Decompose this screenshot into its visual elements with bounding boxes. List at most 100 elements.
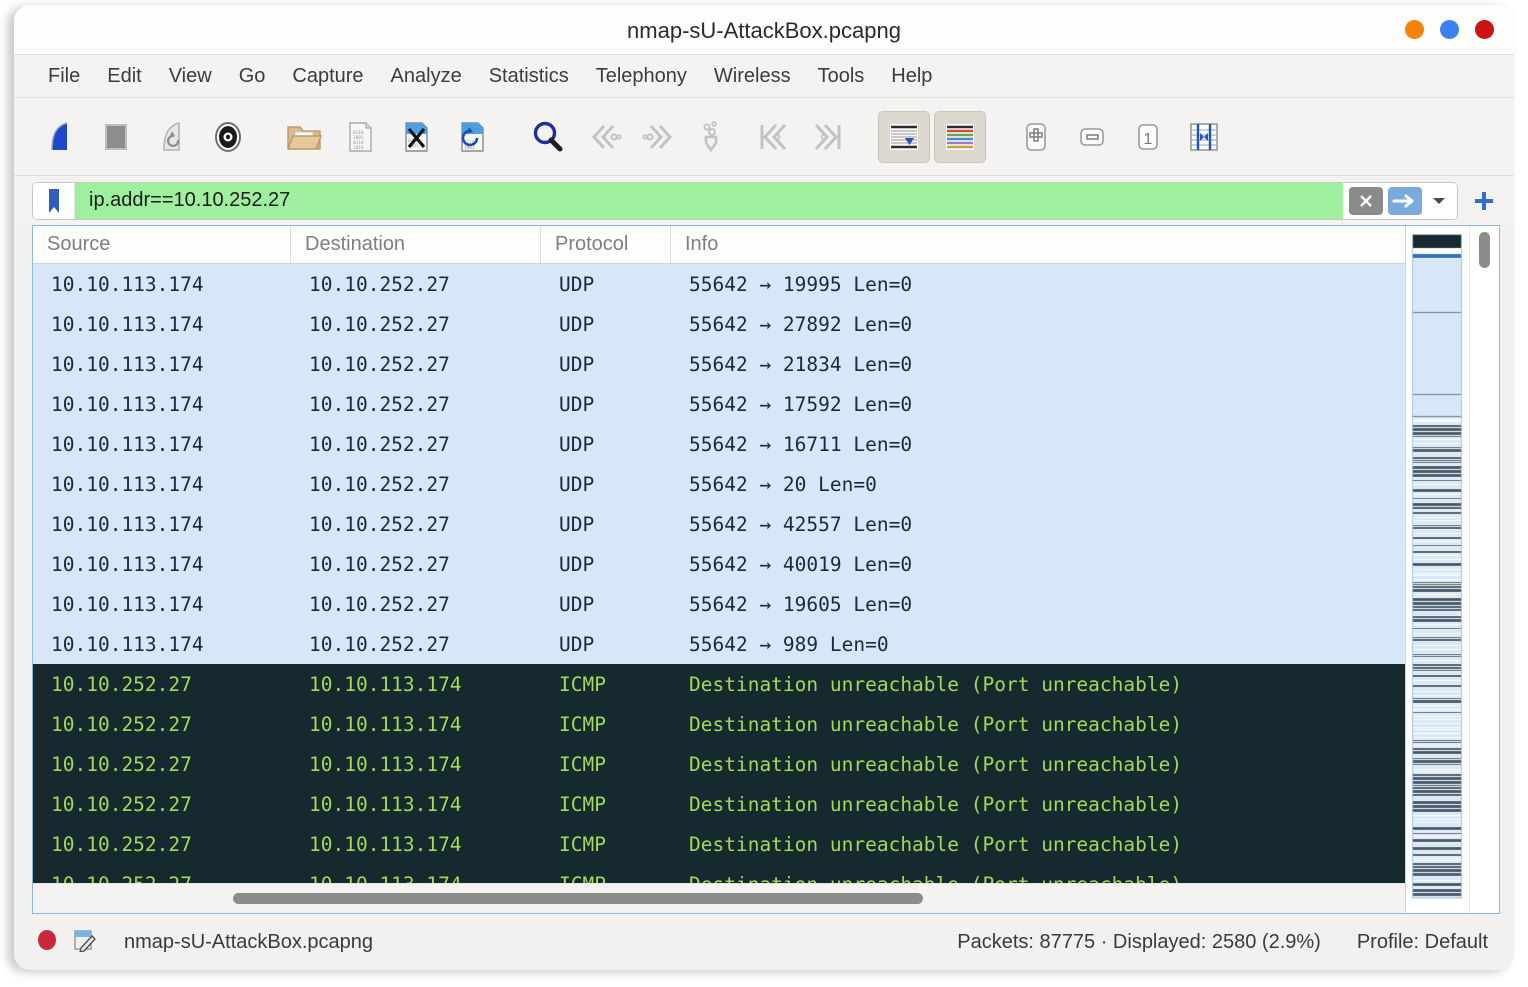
menu-item-capture[interactable]: Capture	[280, 62, 375, 91]
find-packet-icon[interactable]	[522, 111, 574, 163]
zoom-out-icon[interactable]	[1066, 111, 1118, 163]
packet-row[interactable]: 10.10.113.174 10.10.252.27 UDP 55642 → 2183…	[33, 344, 1405, 384]
packet-cell-source: 10.10.252.27	[51, 712, 192, 736]
packet-list-panel: Source Destination Protocol Info 10.10.1…	[32, 225, 1500, 914]
menu-item-wireless[interactable]: Wireless	[702, 62, 803, 91]
zoom-in-icon[interactable]	[1010, 111, 1062, 163]
close-file-icon[interactable]: 0110 1001	[390, 111, 442, 163]
status-profile[interactable]: Profile: Default	[1357, 931, 1488, 954]
packet-cell-destination: 10.10.113.174	[309, 672, 462, 696]
horizontal-scrollbar-thumb[interactable]	[233, 893, 923, 904]
packet-cell-destination: 10.10.113.174	[309, 752, 462, 776]
save-file-icon[interactable]: 0110 1001 0110 1010	[334, 111, 386, 163]
packet-cell-destination: 10.10.252.27	[309, 632, 450, 656]
add-filter-button-icon[interactable]	[1464, 182, 1504, 220]
packet-cell-destination: 10.10.252.27	[309, 352, 450, 376]
go-to-last-icon[interactable]	[802, 111, 854, 163]
packet-row[interactable]: 10.10.113.174 10.10.252.27 UDP 55642 → 2789…	[33, 304, 1405, 344]
expert-info-error-icon[interactable]	[36, 929, 58, 956]
menu-item-view[interactable]: View	[157, 62, 224, 91]
packet-cell-destination: 10.10.252.27	[309, 472, 450, 496]
packet-cell-destination: 10.10.113.174	[291, 864, 541, 884]
packet-row[interactable]: 10.10.113.174 10.10.252.27 UDP 55642 → 1671…	[33, 424, 1405, 464]
packet-cell-protocol: ICMP	[559, 792, 606, 816]
packet-cell-source: 10.10.113.174	[51, 432, 204, 456]
vertical-scrollbar[interactable]	[1469, 226, 1499, 913]
capture-comment-icon[interactable]	[72, 928, 96, 957]
column-header-info[interactable]: Info	[671, 226, 1405, 263]
restart-capture-icon[interactable]	[146, 111, 198, 163]
chevron-down-icon[interactable]	[1427, 187, 1451, 215]
packet-cell-destination: 10.10.252.27	[309, 432, 450, 456]
go-back-icon[interactable]	[578, 111, 630, 163]
vertical-scrollbar-thumb[interactable]	[1479, 232, 1490, 268]
bookmark-icon[interactable]	[33, 182, 75, 219]
packet-cell-protocol: ICMP	[559, 712, 606, 736]
packet-list[interactable]: Source Destination Protocol Info 10.10.1…	[33, 226, 1405, 913]
packet-row[interactable]: 10.10.252.2710.10.113.174ICMPDestination…	[33, 704, 1405, 744]
colorize-icon[interactable]	[934, 110, 986, 163]
packet-cell-protocol: UDP	[559, 552, 595, 576]
menu-item-go[interactable]: Go	[227, 62, 278, 91]
go-to-first-icon[interactable]	[746, 111, 798, 163]
packet-row[interactable]: 10.10.252.2710.10.113.174ICMPDestination…	[33, 824, 1405, 864]
start-capture-icon[interactable]	[34, 111, 86, 163]
menu-item-edit[interactable]: Edit	[95, 62, 153, 91]
minimize-button[interactable]	[1405, 20, 1424, 39]
maximize-button[interactable]	[1440, 20, 1459, 39]
menu-item-tools[interactable]: Tools	[806, 62, 877, 91]
packet-row[interactable]: 10.10.113.174 10.10.252.27 UDP 55642 → 989 …	[33, 624, 1405, 664]
packet-cell-info: Destination unreachable (Port unreachabl…	[689, 712, 1183, 736]
menu-item-statistics[interactable]: Statistics	[477, 62, 581, 91]
go-forward-icon[interactable]	[634, 111, 686, 163]
packet-row[interactable]: 10.10.252.2710.10.113.174ICMPDestination…	[33, 664, 1405, 704]
packet-row[interactable]: 10.10.113.174 10.10.252.27 UDP 55642 → 4001…	[33, 544, 1405, 584]
menu-item-analyze[interactable]: Analyze	[379, 62, 474, 91]
horizontal-scrollbar[interactable]	[33, 883, 1405, 913]
reload-file-icon[interactable]: 0110 1001	[446, 111, 498, 163]
packet-cell-protocol: ICMP	[541, 864, 671, 884]
open-file-icon[interactable]	[278, 111, 330, 163]
packet-row[interactable]: 10.10.252.2710.10.113.174ICMPDestination…	[33, 744, 1405, 784]
packet-cell-destination: 10.10.252.27	[309, 272, 450, 296]
packet-row[interactable]: 10.10.113.174 10.10.252.27 UDP 55642 → 20 L…	[33, 464, 1405, 504]
packet-cell-destination: 10.10.252.27	[309, 552, 450, 576]
packet-cell-source: 10.10.113.174	[51, 592, 204, 616]
display-filter-field[interactable]: ip.addr==10.10.252.27	[32, 181, 1458, 220]
packet-row[interactable]: 10.10.113.174 10.10.252.27 UDP 55642 → 1759…	[33, 384, 1405, 424]
packet-cell-protocol: ICMP	[559, 752, 606, 776]
apply-filter-icon[interactable]	[1388, 186, 1422, 215]
packet-cell-source: 10.10.252.27	[33, 864, 291, 884]
stop-capture-icon[interactable]	[90, 111, 142, 163]
minimap-canvas[interactable]	[1406, 226, 1469, 913]
packet-cell-source: 10.10.113.174	[51, 552, 204, 576]
zoom-reset-icon[interactable]: 1	[1122, 111, 1174, 163]
auto-scroll-icon[interactable]	[878, 110, 930, 163]
packet-row[interactable]: 10.10.113.174 10.10.252.27 UDP 55642 → 1960…	[33, 584, 1405, 624]
menu-item-telephony[interactable]: Telephony	[584, 62, 699, 91]
close-button[interactable]	[1475, 20, 1494, 39]
column-header-protocol[interactable]: Protocol	[541, 226, 671, 263]
packet-cell-source: 10.10.113.174	[51, 312, 204, 336]
go-to-packet-icon[interactable]	[690, 111, 742, 163]
column-header-source[interactable]: Source	[33, 226, 291, 263]
menu-item-help[interactable]: Help	[879, 62, 944, 91]
column-header-destination[interactable]: Destination	[291, 226, 541, 263]
filter-input[interactable]: ip.addr==10.10.252.27	[75, 182, 1343, 219]
packet-row[interactable]: 10.10.113.174 10.10.252.27 UDP 55642 → 4255…	[33, 504, 1405, 544]
menu-item-file[interactable]: File	[36, 62, 92, 91]
resize-columns-icon[interactable]	[1178, 111, 1230, 163]
packet-row[interactable]: 10.10.252.2710.10.113.174ICMPDestination…	[33, 864, 1405, 883]
packet-row[interactable]: 10.10.252.2710.10.113.174ICMPDestination…	[33, 784, 1405, 824]
packet-cell-source: 10.10.113.174	[51, 352, 204, 376]
packet-cell-protocol: UDP	[559, 432, 595, 456]
clear-filter-icon[interactable]	[1349, 186, 1383, 215]
packet-cell-protocol: UDP	[559, 472, 595, 496]
capture-options-icon[interactable]	[202, 111, 254, 163]
packet-row[interactable]: 10.10.113.174 10.10.252.27 UDP 55642 → 1999…	[33, 264, 1405, 304]
packet-cell-source: 10.10.113.174	[51, 512, 204, 536]
packet-cell-protocol: UDP	[559, 352, 595, 376]
packet-cell-protocol: UDP	[559, 512, 595, 536]
svg-text:1: 1	[1144, 131, 1153, 148]
packet-list-minimap[interactable]	[1405, 226, 1469, 913]
